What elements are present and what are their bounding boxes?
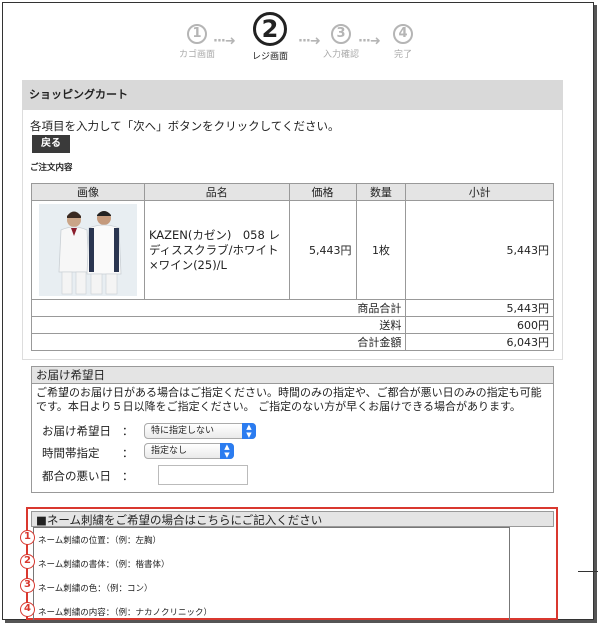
number-badge: 1 [20,530,35,545]
step-number: 2 [253,12,287,46]
column-header: 数量 [355,183,407,201]
unavailable-date-label: 都合の悪い日 [42,469,111,483]
number-badge: 4 [20,602,35,617]
order-contents-label: ご注文内容 [30,163,73,173]
step-number: 1 [187,24,207,44]
product-subtotal: 5,443円 [405,200,554,300]
embroidery-font-line: ネーム刺繍の書体：（例：楷書体） [38,560,170,570]
total-value: 6,043円 [405,333,554,351]
table-header-row: 画像 品名 価格 数量 小計 [31,183,554,201]
unavailable-date-row: 都合の悪い日 ： [42,468,134,484]
time-slot-row: 時間帯指定 ： [42,445,134,461]
cart-header: ショッピングカート [22,80,563,110]
product-image [38,204,137,296]
total-value: 600円 [405,316,554,334]
step-complete: 4 完了 [373,12,433,60]
step-label: レジ画面 [251,52,288,62]
embroidery-title: ■ネーム刺繍をご希望の場合はこちらにご記入ください [31,511,554,527]
table-row: KAZEN(カゼン) 058 レディススクラブ/ホワイト×ワイン(25)/L 5… [31,200,554,300]
product-price: 5,443円 [288,200,357,300]
embroidery-color-line: ネーム刺繍の色：（例：コン） [38,584,153,594]
delivery-date-select[interactable]: 特に指定しない ▲ ▼ [144,423,256,439]
step-arrow-icon: ···➜ [213,34,236,49]
back-button[interactable]: 戻る [32,135,70,153]
order-table: 画像 品名 価格 数量 小計 KAZEN(カゼン) 058 レディススクラブ/ホ… [30,183,554,351]
step-register: 2 レジ画面 [240,12,300,62]
total-label: 送料 [30,316,407,334]
select-arrows-icon: ▲ ▼ [242,423,256,439]
grand-total-row: 合計金額 6,043円 [30,333,554,351]
delivery-title: お届け希望日 [32,367,553,384]
step-label: 完了 [393,50,412,60]
column-header: 品名 [143,183,290,201]
delivery-date-value: 特に指定しない [151,426,215,436]
product-name: KAZEN(カゼン) 058 レディススクラブ/ホワイト×ワイン(25)/L [143,200,290,300]
step-number: 3 [331,24,351,44]
shipping-row: 送料 600円 [30,316,554,334]
time-slot-label: 時間帯指定 [42,446,100,460]
step-number: 4 [393,24,413,44]
divider [578,571,598,572]
scrubs-photo-icon [38,204,137,296]
product-image-cell [31,200,145,300]
colon: ： [122,446,134,460]
delivery-date-label: お届け希望日 [42,424,111,438]
column-header: 価格 [288,183,357,201]
time-slot-value: 指定なし [151,446,188,456]
column-header: 画像 [31,183,145,201]
column-header: 小計 [405,183,554,201]
embroidery-position-line: ネーム刺繍の位置：（例：左胸） [38,536,161,546]
delivery-description: ご希望のお届け日がある場合はご指定ください。時間のみの指定や、ご都合が悪い日のみ… [36,386,542,413]
product-qty: 1枚 [355,200,407,300]
time-slot-select[interactable]: 指定なし ▲ ▼ [144,443,234,459]
subtotal-row: 商品合計 5,443円 [30,299,554,317]
delivery-date-row: お届け希望日 ： [42,423,134,439]
colon: ： [122,424,134,438]
total-value: 5,443円 [405,299,554,317]
number-badge: 3 [20,578,35,593]
unavailable-date-input[interactable] [158,465,248,485]
checkout-steps: 1 カゴ画面 ···➜ 2 レジ画面 ···➜ 3 入力確認 ···➜ 4 完了 [0,12,600,72]
select-arrows-icon: ▲ ▼ [220,443,234,459]
instruction-text: 各項目を入力して「次へ」ボタンをクリックしてください。 [30,119,340,133]
total-label: 商品合計 [30,299,407,317]
colon: ： [122,469,134,483]
embroidery-content-line: ネーム刺繍の内容：（例：ナカノクリニック） [38,608,212,618]
delivery-section: お届け希望日 ご希望のお届け日がある場合はご指定ください。時間のみの指定や、ご都… [31,366,554,493]
total-label: 合計金額 [30,333,407,351]
number-badge: 2 [20,554,35,569]
